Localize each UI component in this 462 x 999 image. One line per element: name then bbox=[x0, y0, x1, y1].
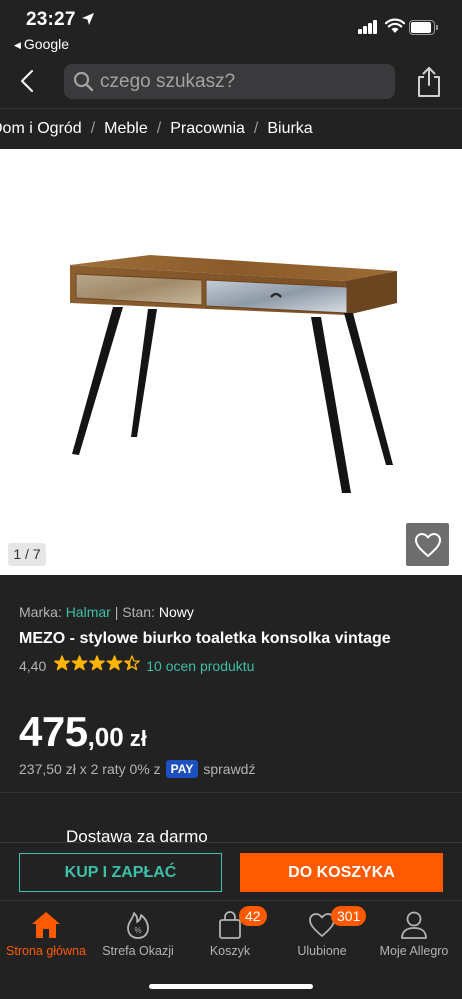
add-to-cart-button[interactable]: DO KOSZYKA bbox=[240, 853, 443, 892]
breadcrumb-separator: / bbox=[90, 120, 96, 137]
favorites-count-badge: 301 bbox=[331, 906, 367, 926]
product-image bbox=[70, 255, 397, 493]
rating-star bbox=[54, 655, 71, 671]
rating-star bbox=[106, 655, 123, 671]
product-gallery[interactable]: 1 / 7 bbox=[0, 149, 462, 575]
user-icon bbox=[401, 911, 427, 939]
svg-text:%: % bbox=[134, 926, 141, 935]
tab-cart[interactable]: 42 Koszyk bbox=[184, 906, 276, 967]
condition-label: Stan: bbox=[122, 604, 155, 620]
rating-star bbox=[89, 655, 106, 671]
rating-value: 4,40 bbox=[19, 657, 47, 674]
tab-home[interactable]: Strona główna bbox=[0, 907, 92, 967]
tab-label: Moje Allegro bbox=[379, 944, 449, 958]
share-icon[interactable] bbox=[415, 66, 443, 98]
back-app-label: Google bbox=[23, 36, 70, 52]
section-divider bbox=[0, 792, 462, 793]
search-box[interactable] bbox=[64, 64, 395, 99]
rating-star bbox=[124, 655, 141, 671]
battery-icon bbox=[409, 20, 439, 35]
back-to-app-link[interactable]: ◀ Google bbox=[14, 36, 69, 52]
cellular-signal-icon bbox=[358, 20, 378, 34]
price-decimal: ,00 bbox=[87, 722, 124, 752]
price-integer: 475 bbox=[19, 708, 88, 755]
brand-condition-line: Marka: Halmar | Stan: Nowy bbox=[19, 604, 194, 620]
home-icon bbox=[32, 912, 60, 938]
brand-link[interactable]: Halmar bbox=[66, 604, 111, 620]
product-title: MEZO - stylowe biurko toaletka konsolka … bbox=[19, 630, 391, 647]
price-currency: zł bbox=[129, 726, 147, 751]
deals-icon: % bbox=[127, 912, 149, 939]
status-bar: 23:27 ◀ Google bbox=[0, 0, 462, 56]
home-indicator bbox=[149, 984, 313, 989]
breadcrumb-item-pracownia[interactable]: Pracownia bbox=[170, 120, 245, 137]
location-arrow-icon bbox=[82, 13, 94, 25]
reviews-link[interactable]: 10 ocen produktu bbox=[146, 658, 254, 674]
search-icon bbox=[73, 71, 94, 92]
breadcrumb-item-dom-i-ogrod[interactable]: Dom i Ogród bbox=[0, 120, 82, 137]
wifi-icon bbox=[385, 18, 405, 33]
favorite-button[interactable] bbox=[406, 523, 449, 566]
back-button[interactable] bbox=[12, 64, 42, 98]
breadcrumb: Dom i Ogród / Meble / Pracownia / Biurka bbox=[0, 109, 462, 149]
rating-star bbox=[71, 655, 88, 671]
breadcrumb-separator: / bbox=[156, 120, 162, 137]
star-rating-icon bbox=[54, 655, 141, 671]
price: 475,00 zł bbox=[19, 708, 147, 756]
heart-icon bbox=[414, 532, 441, 557]
search-header bbox=[0, 56, 462, 108]
gallery-counter: 1 / 7 bbox=[8, 543, 46, 566]
rating-line: 4,40 10 ocen produktu bbox=[19, 655, 254, 676]
cart-count-badge: 42 bbox=[239, 906, 267, 926]
tab-deals[interactable]: % Strefa Okazji bbox=[92, 907, 184, 967]
status-time: 23:27 bbox=[26, 9, 76, 30]
installments-line: 237,50 zł x 2 raty 0% z PAY sprawdź bbox=[19, 760, 255, 778]
back-triangle-icon: ◀ bbox=[14, 40, 21, 50]
allegro-pay-badge: PAY bbox=[165, 760, 199, 778]
installments-text: 237,50 zł x 2 raty 0% z bbox=[19, 761, 161, 777]
buy-now-button[interactable]: KUP I ZAPŁAĆ bbox=[19, 853, 222, 892]
breadcrumb-separator: / bbox=[253, 120, 259, 137]
tab-my-allegro[interactable]: Moje Allegro bbox=[368, 907, 460, 967]
tab-favorites[interactable]: 301 Ulubione bbox=[276, 906, 368, 967]
condition-value: Nowy bbox=[158, 604, 194, 620]
search-input[interactable] bbox=[100, 64, 385, 99]
check-installments-link[interactable]: sprawdź bbox=[203, 761, 255, 777]
brand-label: Marka: bbox=[19, 604, 62, 620]
breadcrumb-item-biurka[interactable]: Biurka bbox=[267, 120, 312, 137]
purchase-action-bar: KUP I ZAPŁAĆ DO KOSZYKA bbox=[0, 842, 462, 900]
rating-stars bbox=[54, 655, 141, 676]
chevron-left-icon bbox=[21, 70, 33, 92]
breadcrumb-item-meble[interactable]: Meble bbox=[104, 120, 148, 137]
